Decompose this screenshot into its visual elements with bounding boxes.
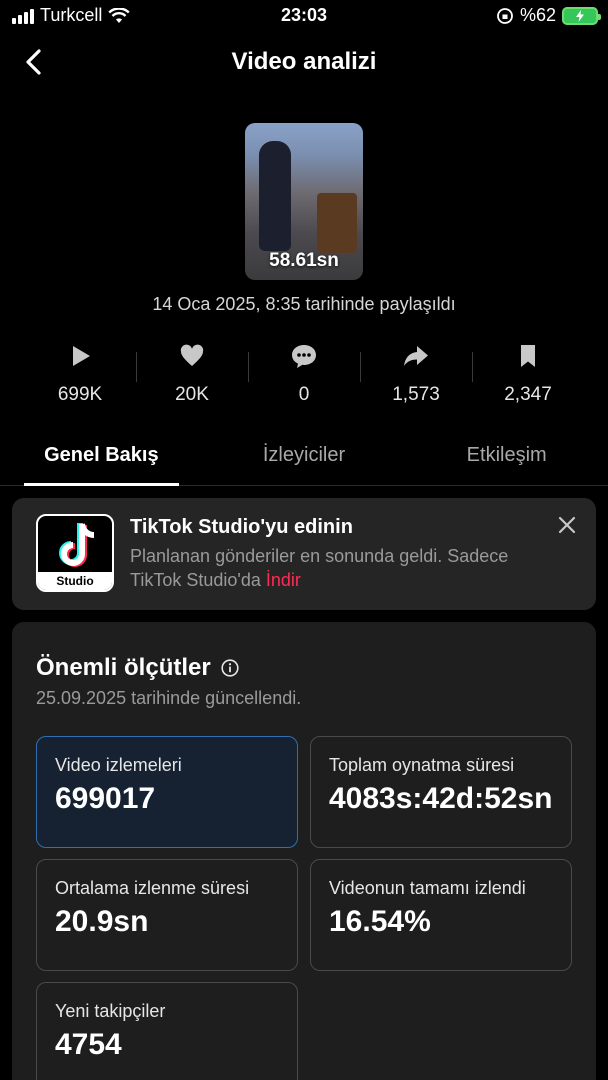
metric-value: 20.9sn [55,905,149,938]
share-icon [404,346,428,366]
promo-description: Planlanan gönderiler en sonunda geldi. S… [130,544,550,592]
tiktok-studio-logo: Studio [36,514,114,592]
promo-title: TikTok Studio'yu edinin [130,516,353,538]
metric-label: Yeni takipçiler [55,1001,166,1021]
status-right: %62 [496,5,601,26]
metrics-heading: Önemli ölçütler [36,654,239,682]
stat-likes: 20K [136,340,248,412]
metric-label: Videonun tamamı izlendi [329,878,526,898]
thumbnail-cart [317,193,357,253]
tab-overview[interactable]: Genel Bakış [0,438,203,486]
key-metrics-card: Önemli ölçütler 25.09.2025 tarihinde gün… [12,622,596,1080]
stat-value: 20K [175,384,209,405]
metrics-updated: 25.09.2025 tarihinde güncellendi. [36,688,302,708]
studio-promo-card[interactable]: Studio TikTok Studio'yu edinin Planlanan… [12,498,596,610]
metric-value: 4083s:42d:52sn [329,782,553,815]
page-title: Video analizi [231,48,377,75]
thumbnail-figure [259,141,291,251]
metrics-title: Önemli ölçütler [36,654,211,681]
metric-value: 16.54% [329,905,431,938]
metric-label: Video izlemeleri [55,755,182,775]
metric-label: Toplam oynatma süresi [329,755,515,775]
metric-video-views[interactable]: Video izlemeleri 699017 [36,736,298,848]
metric-new-followers[interactable]: Yeni takipçiler 4754 [36,982,298,1080]
heart-icon [180,344,204,366]
close-icon[interactable] [556,514,578,536]
bookmark-icon [521,345,535,367]
tiktok-note-icon [59,523,95,567]
stat-plays: 699K [24,340,136,412]
header: Video analizi [0,40,608,86]
logo-label: Studio [38,572,112,590]
promo-text: Planlanan gönderiler en sonunda geldi. S… [130,546,509,590]
stat-saves: 2,347 [472,340,584,412]
metric-average-watch-time[interactable]: Ortalama izlenme süresi 20.9sn [36,859,298,971]
stat-shares: 1,573 [360,340,472,412]
video-duration: 58.61sn [269,250,339,271]
orientation-lock-icon [497,7,513,24]
metric-value: 4754 [55,1028,122,1061]
stats-row: 699K 20K 0 1,573 2,347 [24,340,584,412]
tab-audience[interactable]: İzleyiciler [203,438,406,485]
status-bar: Turkcell 23:03 %62 [0,0,608,32]
metric-label: Ortalama izlenme süresi [55,878,250,898]
stat-value: 0 [298,384,310,405]
stat-value: 1,573 [392,384,440,405]
info-icon[interactable] [221,659,239,677]
metric-total-watch-time[interactable]: Toplam oynatma süresi 4083s:42d:52sn [310,736,572,848]
tab-engagement[interactable]: Etkileşim [405,438,608,485]
play-icon [73,346,90,366]
posted-date: 14 Oca 2025, 8:35 tarihinde paylaşıldı [152,294,456,314]
download-link[interactable]: İndir [266,570,301,590]
stat-comments: 0 [248,340,360,412]
stat-value: 699K [57,384,103,405]
metric-value: 699017 [55,782,156,815]
metric-full-watch-rate[interactable]: Videonun tamamı izlendi 16.54% [310,859,572,971]
comment-icon [292,345,316,368]
battery-icon [562,6,601,25]
tab-bar: Genel Bakış İzleyiciler Etkileşim [0,438,608,486]
battery-percent: %62 [519,5,556,25]
stat-value: 2,347 [504,384,552,405]
video-thumbnail[interactable]: 58.61sn [245,123,363,280]
